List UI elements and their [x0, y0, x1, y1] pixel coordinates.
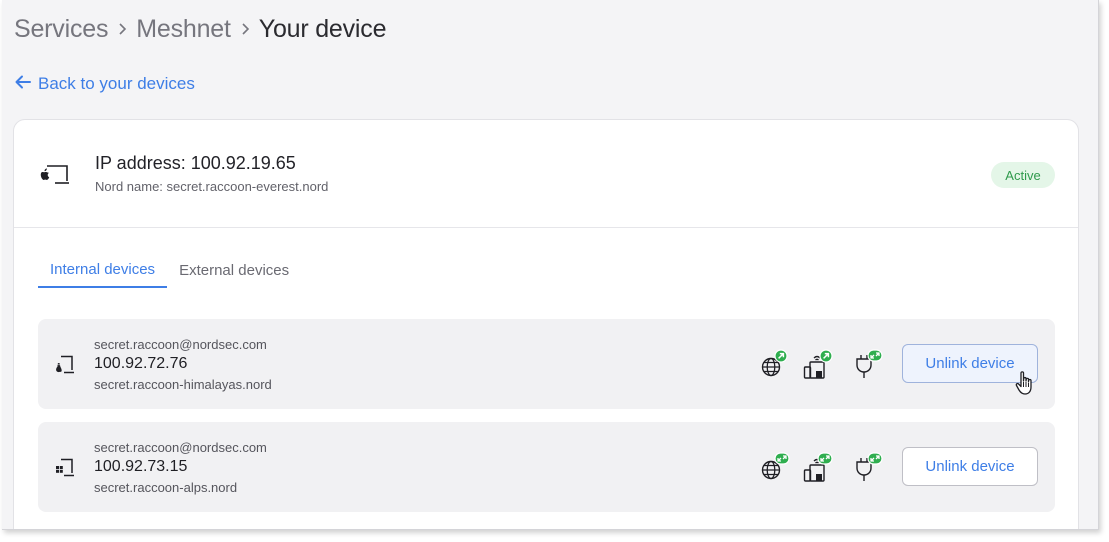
incoming-connection-icon[interactable]	[853, 349, 883, 379]
device-nord-name: secret.raccoon-alps.nord	[94, 480, 238, 495]
device-header: IP address: 100.92.19.65 Nord name: secr…	[14, 120, 1078, 228]
windows-laptop-icon	[55, 458, 77, 483]
hand-pointer-icon	[1015, 370, 1035, 401]
device-ip: 100.92.72.76	[94, 355, 188, 372]
breadcrumb-services[interactable]: Services	[14, 15, 108, 44]
chevron-right-icon	[231, 22, 259, 36]
list-item: secret.raccoon@nordsec.com 100.92.72.76 …	[38, 319, 1055, 409]
breadcrumb-meshnet[interactable]: Meshnet	[136, 15, 231, 44]
back-link-label: Back to your devices	[38, 74, 195, 93]
device-ip: 100.92.73.15	[94, 458, 188, 475]
device-email: secret.raccoon@nordsec.com	[94, 440, 267, 455]
linux-laptop-icon	[55, 355, 77, 380]
tab-internal-devices[interactable]: Internal devices	[38, 252, 168, 288]
device-nord-name: secret.raccoon-himalayas.nord	[94, 377, 272, 392]
app-window: Services Meshnet Your device Back to you…	[2, 0, 1099, 530]
device-email: secret.raccoon@nordsec.com	[94, 337, 267, 352]
breadcrumb: Services Meshnet Your device	[14, 12, 386, 46]
status-badge: Active	[991, 162, 1055, 188]
routing-icon[interactable]	[760, 349, 788, 379]
lan-access-icon[interactable]	[803, 452, 833, 482]
device-card: IP address: 100.92.19.65 Nord name: secr…	[13, 119, 1079, 529]
chevron-right-icon	[108, 22, 136, 36]
lan-access-icon[interactable]	[803, 349, 833, 379]
back-to-devices-link[interactable]: Back to your devices	[14, 72, 195, 96]
routing-icon[interactable]	[760, 452, 790, 482]
macbook-icon	[40, 164, 70, 191]
incoming-connection-icon[interactable]	[853, 452, 883, 482]
breadcrumb-your-device: Your device	[258, 14, 387, 43]
arrow-left-icon	[14, 74, 32, 95]
device-ip-title: IP address: 100.92.19.65	[95, 153, 296, 173]
unlink-device-button[interactable]: Unlink device	[902, 447, 1038, 486]
device-nord-name: Nord name: secret.raccoon-everest.nord	[95, 179, 329, 194]
list-item: secret.raccoon@nordsec.com 100.92.73.15 …	[38, 422, 1055, 512]
device-tabs: Internal devices External devices	[38, 252, 301, 288]
tab-external-devices[interactable]: External devices	[167, 252, 301, 288]
